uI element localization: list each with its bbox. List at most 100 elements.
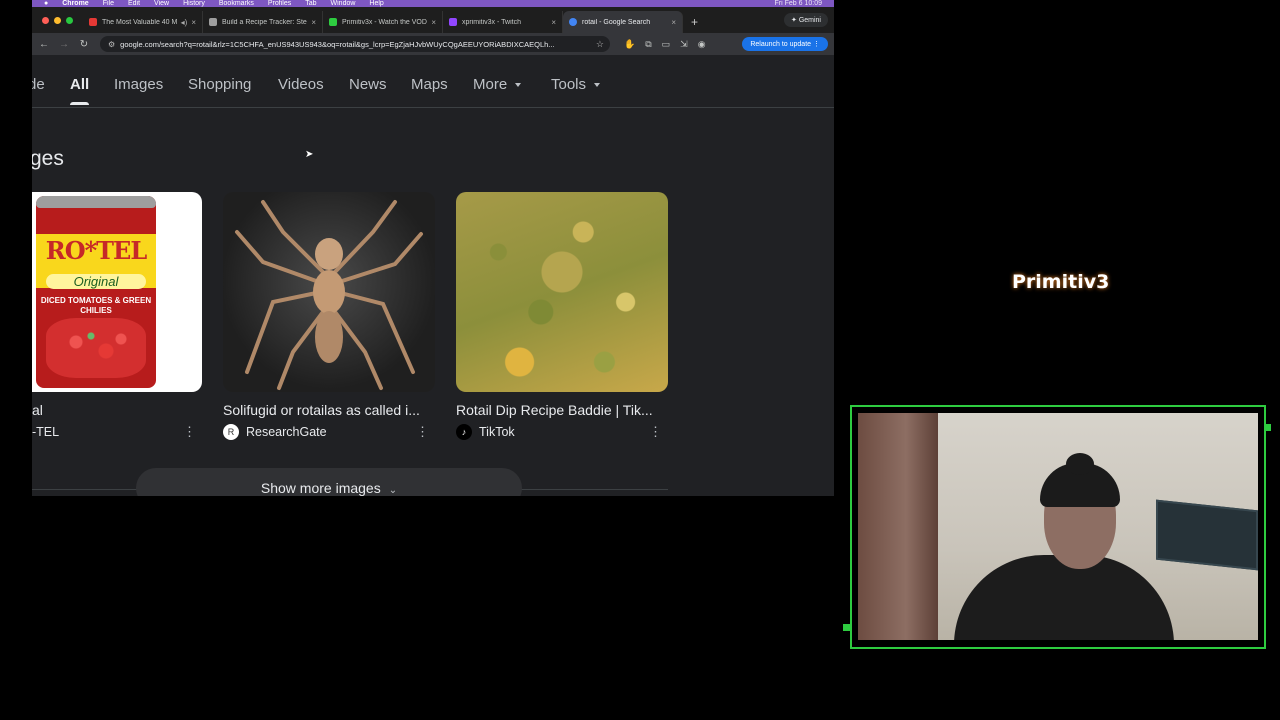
image-result-source[interactable]: ♪ TikTok ⋮ — [456, 424, 668, 440]
relaunch-label: Relaunch to update — [750, 41, 812, 48]
menu-view[interactable]: View — [154, 0, 169, 7]
menu-file[interactable]: File — [103, 0, 114, 7]
gemini-label: Gemini — [798, 17, 821, 24]
close-tab-icon[interactable]: × — [311, 18, 316, 27]
image-thumbnail[interactable] — [223, 192, 435, 392]
source-name: ResearchGate — [246, 425, 327, 439]
site-info-icon[interactable]: ⚙ — [108, 40, 115, 49]
close-tab-icon[interactable]: × — [191, 18, 196, 27]
chevron-down-icon — [594, 83, 601, 88]
image-result-source[interactable]: R ResearchGate ⋮ — [223, 424, 435, 440]
close-tab-icon[interactable]: × — [551, 18, 556, 27]
browser-tab[interactable]: The Most Valuable 40 Mi ◂) × — [83, 11, 203, 33]
source-name: -TEL — [32, 425, 60, 439]
site-icon — [209, 18, 217, 26]
back-arrow-icon[interactable]: ← — [34, 39, 54, 50]
tools-button[interactable]: Tools — [551, 76, 601, 93]
extensions-puzzle-icon[interactable]: ⧉ — [645, 39, 651, 50]
image-result-source[interactable]: -TEL ⋮ — [32, 424, 202, 440]
url-text[interactable]: google.com/search?q=rotail&rlz=1C5CHFA_e… — [120, 40, 590, 49]
tv-image — [1156, 499, 1258, 571]
image-result-title[interactable]: Solifugid or rotailas as called i... — [223, 402, 435, 418]
kick-icon — [329, 18, 337, 26]
close-window-button[interactable] — [42, 16, 49, 24]
menu-tab[interactable]: Tab — [305, 0, 316, 7]
can-brand: RO*TEL — [45, 236, 147, 265]
tab-title: Primitiv3x - Watch the VOD — [342, 18, 427, 26]
browser-tab[interactable]: Build a Recipe Tracker: Step × — [203, 11, 323, 33]
images-section-title: ges — [32, 147, 64, 170]
menu-history[interactable]: History — [183, 0, 205, 7]
streamer-brand-label: Primitiv3 — [1012, 271, 1110, 293]
chevron-down-icon: ⌄ — [388, 485, 398, 496]
profile-avatar-icon[interactable]: ◉ — [698, 39, 706, 50]
tab-title: xprimitiv3x - Twitch — [462, 18, 521, 26]
menu-chrome[interactable]: Chrome — [62, 0, 88, 7]
image-result-title[interactable]: Rotail Dip Recipe Baddie | Tik... — [456, 402, 668, 418]
more-options-icon[interactable]: ⋮ — [183, 424, 196, 440]
speaker-icon[interactable]: ◂) — [181, 18, 188, 27]
researchgate-icon: R — [223, 424, 239, 440]
side-panel-icon[interactable]: ▭ — [662, 39, 671, 50]
show-more-images-button[interactable]: Show more images ⌄ — [136, 468, 522, 496]
tab-title: Build a Recipe Tracker: Step — [222, 18, 308, 26]
rotel-can-image: RO*TEL Original DICED TOMATOES & GREEN C… — [36, 196, 156, 388]
address-bar[interactable]: ⚙ google.com/search?q=rotail&rlz=1C5CHFA… — [100, 36, 610, 52]
gemini-button[interactable]: ✦ Gemini — [784, 13, 828, 27]
zoom-window-button[interactable] — [66, 16, 73, 24]
image-result-card[interactable]: RO*TEL Original DICED TOMATOES & GREEN C… — [32, 192, 202, 440]
forward-arrow-icon[interactable]: → — [54, 39, 74, 50]
close-tab-icon[interactable]: × — [431, 18, 436, 27]
downloads-icon[interactable]: ⇲ — [680, 39, 688, 50]
bookmark-star-icon[interactable]: ☆ — [596, 39, 604, 50]
youtube-icon — [89, 18, 97, 26]
menu-help[interactable]: Help — [369, 0, 383, 7]
chevron-down-icon — [515, 83, 522, 88]
image-thumbnail[interactable] — [456, 192, 668, 392]
search-results-page: de All Images Shopping Videos News Maps … — [32, 55, 834, 496]
browser-tab[interactable]: xprimitiv3x - Twitch × — [443, 11, 563, 33]
tab-videos[interactable]: Videos — [278, 76, 324, 93]
reload-icon[interactable]: ↻ — [74, 39, 94, 50]
more-options-icon[interactable]: ⋮ — [649, 424, 662, 440]
mac-menubar: ● Chrome File Edit View History Bookmark… — [32, 0, 834, 7]
tab-images[interactable]: Images — [114, 76, 163, 93]
person-hair-bun — [1066, 453, 1094, 475]
image-result-title[interactable]: al — [32, 402, 202, 418]
more-options-icon[interactable]: ⋮ — [416, 424, 429, 440]
image-result-card[interactable]: Solifugid or rotailas as called i... R R… — [223, 192, 435, 440]
image-result-card[interactable]: Rotail Dip Recipe Baddie | Tik... ♪ TikT… — [456, 192, 668, 440]
source-name: TikTok — [479, 425, 515, 439]
tab-maps[interactable]: Maps — [411, 76, 448, 93]
tab-title: rotail - Google Search — [582, 18, 651, 26]
minimize-window-button[interactable] — [54, 16, 61, 24]
show-more-label: Show more images — [260, 480, 381, 496]
tab-more[interactable]: More — [473, 76, 522, 93]
menu-profiles[interactable]: Profiles — [268, 0, 291, 7]
browser-tabstrip: The Most Valuable 40 Mi ◂) × Build a Rec… — [32, 7, 834, 33]
image-thumbnail[interactable]: RO*TEL Original DICED TOMATOES & GREEN C… — [32, 192, 202, 392]
close-tab-icon[interactable]: × — [671, 18, 676, 27]
tab-all[interactable]: All — [70, 76, 90, 105]
browser-tab[interactable]: Primitiv3x - Watch the VOD × — [323, 11, 443, 33]
menu-window[interactable]: Window — [331, 0, 356, 7]
menu-edit[interactable]: Edit — [128, 0, 140, 7]
menubar-clock[interactable]: Fri Feb 6 10:09 — [775, 0, 822, 7]
can-description: DICED TOMATOES & GREEN CHILIES — [40, 296, 152, 315]
frame-corner-marker — [843, 624, 850, 631]
webcam-feed — [858, 413, 1258, 640]
relaunch-to-update-button[interactable]: Relaunch to update ⋮ — [742, 37, 828, 51]
browser-tab-active[interactable]: rotail - Google Search × — [563, 11, 683, 33]
apple-icon[interactable]: ● — [44, 0, 48, 7]
new-tab-button[interactable]: + — [691, 15, 698, 29]
tab-news[interactable]: News — [349, 76, 387, 93]
person-body — [954, 555, 1174, 640]
tab-ai-mode[interactable]: de — [32, 76, 45, 93]
extension-icon[interactable]: ✋ — [624, 39, 635, 50]
tab-more-label: More — [473, 76, 508, 93]
tab-shopping[interactable]: Shopping — [188, 76, 251, 93]
solifugid-image — [235, 200, 423, 390]
tools-label: Tools — [551, 76, 587, 93]
menu-bookmarks[interactable]: Bookmarks — [219, 0, 254, 7]
tab-title: The Most Valuable 40 Mi — [102, 18, 177, 26]
